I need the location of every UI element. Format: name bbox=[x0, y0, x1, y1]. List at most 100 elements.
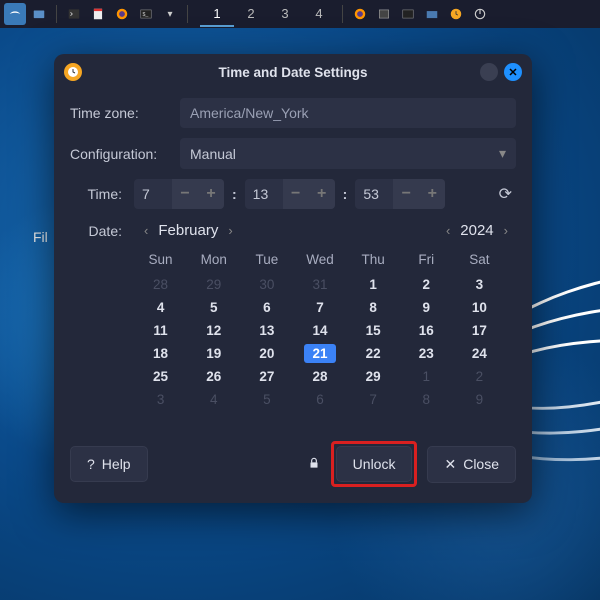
calendar-day[interactable]: 13 bbox=[240, 319, 293, 342]
calendar-day[interactable]: 24 bbox=[453, 342, 506, 365]
second-plus[interactable]: + bbox=[419, 179, 445, 209]
calendar-day[interactable]: 9 bbox=[400, 296, 453, 319]
calendar-day[interactable]: 22 bbox=[347, 342, 400, 365]
help-button[interactable]: ?Help bbox=[70, 446, 148, 482]
close-button[interactable]: ✕Close bbox=[427, 446, 516, 483]
calendar-day[interactable]: 5 bbox=[187, 296, 240, 319]
calendar-day: 8 bbox=[400, 388, 453, 411]
minute-plus[interactable]: + bbox=[309, 179, 335, 209]
calendar-day[interactable]: 3 bbox=[453, 273, 506, 296]
minute-value[interactable]: 13 bbox=[245, 180, 283, 208]
dow-header: Wed bbox=[293, 248, 346, 273]
minute-spinner[interactable]: 13 − + bbox=[245, 179, 335, 209]
calendar-day: 3 bbox=[134, 388, 187, 411]
calendar-day[interactable]: 1 bbox=[347, 273, 400, 296]
second-spinner[interactable]: 53 − + bbox=[355, 179, 445, 209]
time-date-settings-dialog: Time and Date Settings ✕ Time zone: Conf… bbox=[54, 54, 532, 503]
hour-minus[interactable]: − bbox=[172, 179, 198, 209]
calendar-day[interactable]: 28 bbox=[293, 365, 346, 388]
app-menu-icon[interactable] bbox=[4, 3, 26, 25]
workspace-1[interactable]: 1 bbox=[200, 1, 234, 27]
term-task-icon[interactable] bbox=[397, 3, 419, 25]
calendar-day[interactable]: 15 bbox=[347, 319, 400, 342]
unlock-highlight: Unlock bbox=[331, 441, 418, 487]
minimize-button[interactable] bbox=[480, 63, 498, 81]
chevron-down-icon[interactable]: ▾ bbox=[159, 3, 181, 25]
timezone-input[interactable] bbox=[180, 98, 516, 128]
term2-icon[interactable]: $_ bbox=[135, 3, 157, 25]
close-icon: ✕ bbox=[444, 456, 456, 473]
prev-year-button[interactable]: ‹ bbox=[442, 221, 454, 240]
taskbar: $_ ▾ 1 2 3 4 bbox=[0, 0, 600, 28]
calendar-day: 29 bbox=[187, 273, 240, 296]
calendar-day[interactable]: 27 bbox=[240, 365, 293, 388]
calendar-day[interactable]: 11 bbox=[134, 319, 187, 342]
year-label: 2024 bbox=[460, 222, 493, 239]
next-year-button[interactable]: › bbox=[500, 221, 512, 240]
firefox-icon[interactable] bbox=[111, 3, 133, 25]
next-month-button[interactable]: › bbox=[224, 221, 236, 240]
calendar-day[interactable]: 10 bbox=[453, 296, 506, 319]
hour-value[interactable]: 7 bbox=[134, 180, 172, 208]
refresh-icon[interactable]: ⟳ bbox=[499, 184, 512, 204]
unlock-button[interactable]: Unlock bbox=[336, 446, 413, 482]
window-close-button[interactable]: ✕ bbox=[504, 63, 522, 81]
calendar-day[interactable]: 20 bbox=[240, 342, 293, 365]
calendar-day[interactable]: 7 bbox=[293, 296, 346, 319]
fm-task-icon[interactable] bbox=[421, 3, 443, 25]
dow-header: Tue bbox=[240, 248, 293, 273]
terminal-icon[interactable] bbox=[63, 3, 85, 25]
workspace-4[interactable]: 4 bbox=[302, 1, 336, 27]
date-label: Date: bbox=[74, 223, 126, 239]
time-label: Time: bbox=[74, 186, 126, 202]
configuration-value: Manual bbox=[190, 146, 236, 162]
calendar-day: 2 bbox=[453, 365, 506, 388]
calendar-day[interactable]: 29 bbox=[347, 365, 400, 388]
calendar-day[interactable]: 23 bbox=[400, 342, 453, 365]
minute-minus[interactable]: − bbox=[283, 179, 309, 209]
calendar-day[interactable]: 17 bbox=[453, 319, 506, 342]
calendar-day[interactable]: 26 bbox=[187, 365, 240, 388]
calendar-day[interactable]: 12 bbox=[187, 319, 240, 342]
firefox-task-icon[interactable] bbox=[349, 3, 371, 25]
calendar-day: 30 bbox=[240, 273, 293, 296]
files-icon[interactable] bbox=[28, 3, 50, 25]
dialog-title: Time and Date Settings bbox=[54, 65, 532, 80]
window-task-icon[interactable] bbox=[373, 3, 395, 25]
prev-month-button[interactable]: ‹ bbox=[140, 221, 152, 240]
configuration-select[interactable]: Manual ▾ bbox=[180, 138, 516, 169]
calendar-day[interactable]: 16 bbox=[400, 319, 453, 342]
configuration-label: Configuration: bbox=[70, 146, 170, 162]
power-icon[interactable] bbox=[469, 3, 491, 25]
hour-spinner[interactable]: 7 − + bbox=[134, 179, 224, 209]
calendar: SunMonTueWedThuFriSat2829303112345678910… bbox=[70, 248, 516, 411]
timezone-label: Time zone: bbox=[70, 105, 170, 121]
question-icon: ? bbox=[87, 456, 95, 472]
calendar-day[interactable]: 14 bbox=[293, 319, 346, 342]
calendar-day: 9 bbox=[453, 388, 506, 411]
calendar-day[interactable]: 19 bbox=[187, 342, 240, 365]
calendar-day: 5 bbox=[240, 388, 293, 411]
svg-text:$_: $_ bbox=[143, 12, 149, 18]
editor-icon[interactable] bbox=[87, 3, 109, 25]
workspace-3[interactable]: 3 bbox=[268, 1, 302, 27]
second-value[interactable]: 53 bbox=[355, 180, 393, 208]
calendar-day[interactable]: 18 bbox=[134, 342, 187, 365]
chevron-down-icon: ▾ bbox=[499, 145, 506, 162]
clock-task-icon[interactable] bbox=[445, 3, 467, 25]
workspace-2[interactable]: 2 bbox=[234, 1, 268, 27]
dow-header: Sun bbox=[134, 248, 187, 273]
calendar-day[interactable]: 25 bbox=[134, 365, 187, 388]
dow-header: Mon bbox=[187, 248, 240, 273]
calendar-day[interactable]: 21 bbox=[293, 342, 346, 365]
calendar-day[interactable]: 4 bbox=[134, 296, 187, 319]
calendar-day[interactable]: 8 bbox=[347, 296, 400, 319]
calendar-day[interactable]: 2 bbox=[400, 273, 453, 296]
calendar-day: 28 bbox=[134, 273, 187, 296]
calendar-day[interactable]: 6 bbox=[240, 296, 293, 319]
dow-header: Fri bbox=[400, 248, 453, 273]
hour-plus[interactable]: + bbox=[198, 179, 224, 209]
dow-header: Thu bbox=[347, 248, 400, 273]
second-minus[interactable]: − bbox=[393, 179, 419, 209]
titlebar[interactable]: Time and Date Settings ✕ bbox=[54, 54, 532, 90]
